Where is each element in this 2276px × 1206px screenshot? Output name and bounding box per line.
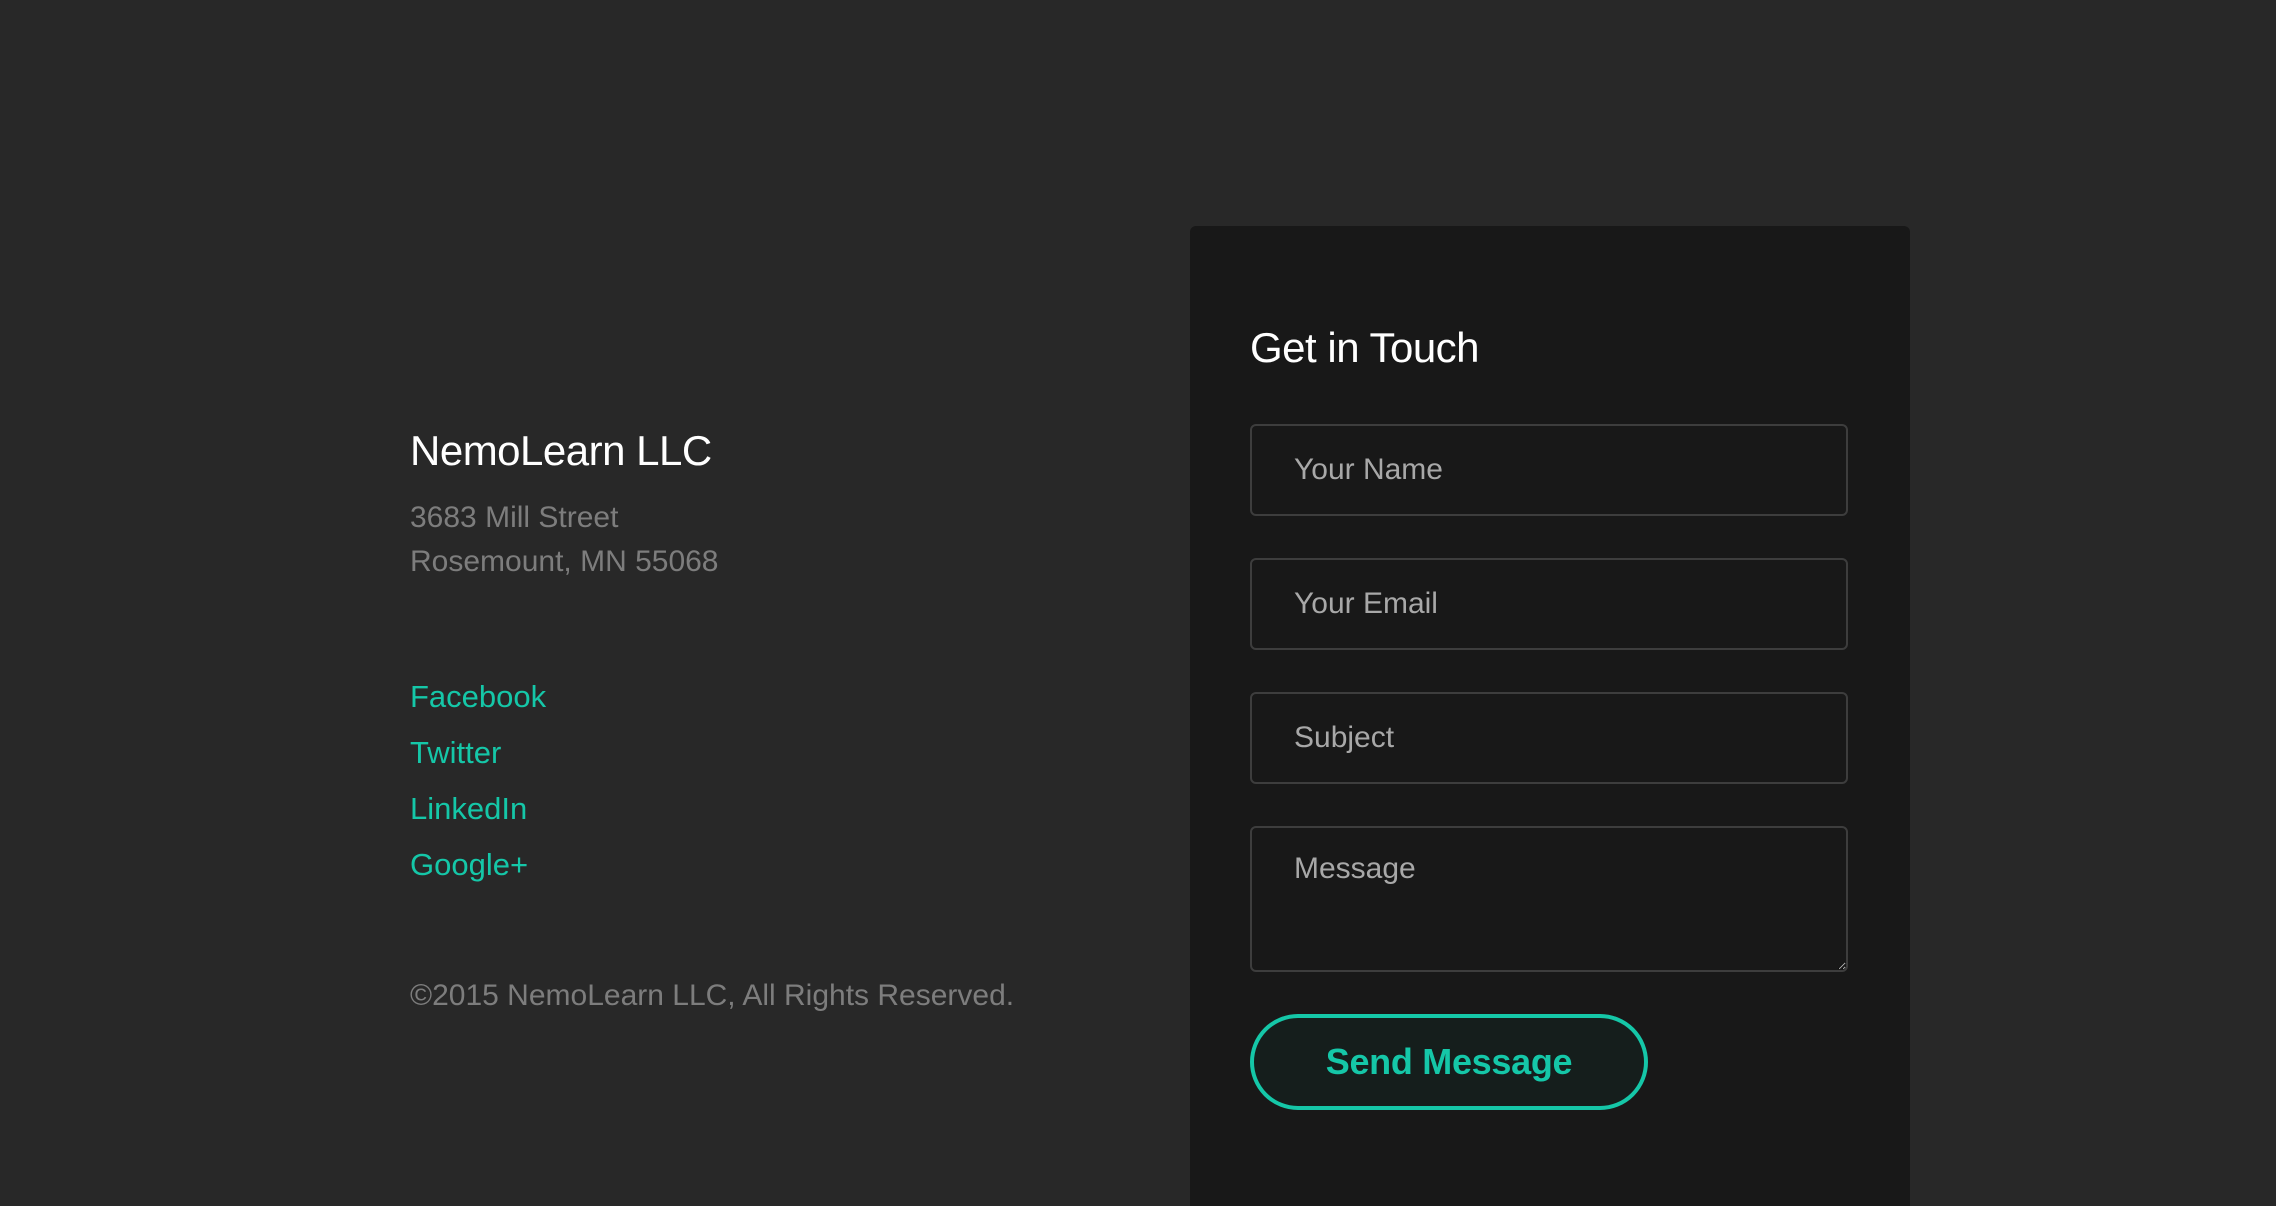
- address-line-street: 3683 Mill Street: [410, 501, 619, 535]
- address-line-city: Rosemount, MN 55068: [410, 545, 719, 579]
- company-name: NemoLearn LLC: [410, 427, 712, 474]
- copyright-text: ©2015 NemoLearn LLC, All Rights Reserved…: [410, 979, 1015, 1013]
- social-item-facebook: Facebook: [410, 672, 1110, 728]
- contact-page: NemoLearn LLC 3683 Mill Street Rosemount…: [0, 0, 2276, 1206]
- social-links: Facebook Twitter LinkedIn Google+: [410, 672, 1110, 896]
- name-input[interactable]: [1250, 424, 1848, 516]
- linkedin-link[interactable]: LinkedIn: [410, 791, 527, 826]
- social-item-linkedin: LinkedIn: [410, 784, 1110, 840]
- email-input[interactable]: [1250, 558, 1848, 650]
- twitter-link[interactable]: Twitter: [410, 735, 501, 770]
- googleplus-link[interactable]: Google+: [410, 847, 528, 882]
- subject-input[interactable]: [1250, 692, 1848, 784]
- facebook-link[interactable]: Facebook: [410, 679, 546, 714]
- social-item-googleplus: Google+: [410, 840, 1110, 896]
- contact-form-title: Get in Touch: [1250, 324, 1480, 371]
- company-info: NemoLearn LLC 3683 Mill Street Rosemount…: [410, 427, 1110, 1014]
- contact-form: Get in Touch Send Message: [1190, 226, 1910, 1206]
- send-message-button[interactable]: Send Message: [1250, 1014, 1648, 1110]
- message-textarea[interactable]: [1250, 826, 1848, 972]
- social-item-twitter: Twitter: [410, 728, 1110, 784]
- company-address: 3683 Mill Street Rosemount, MN 55068: [410, 496, 1110, 584]
